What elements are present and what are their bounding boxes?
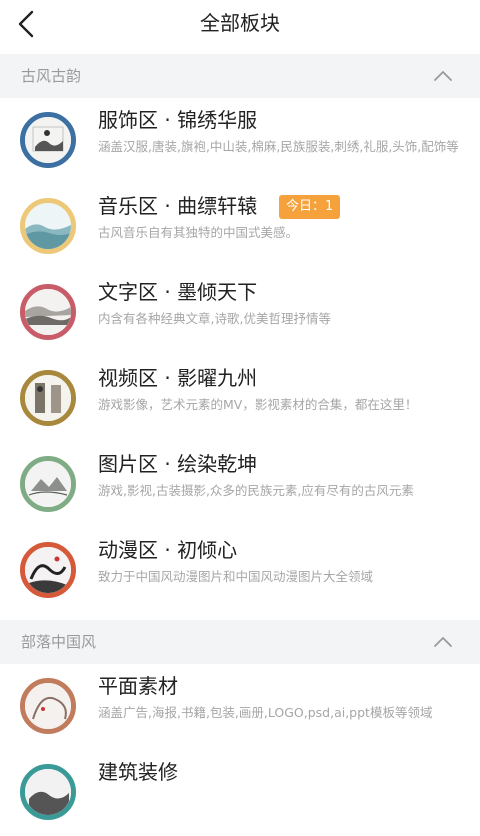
board-name: 建筑装修 <box>98 760 178 784</box>
today-count-badge: 今日：1 <box>279 195 341 219</box>
chevron-up-icon[interactable] <box>430 66 456 86</box>
painting-thumbnail-icon <box>20 370 76 426</box>
section-title: 古风古韵 <box>21 67 82 85</box>
painting-thumbnail-icon <box>20 678 76 734</box>
board-description: 内含有各种经典文章,诗歌,优美哲理抒情等 <box>98 311 331 326</box>
board-item-pingmian[interactable]: 平面素材 涵盖广告,海报,书籍,包装,画册,LOGO,psd,ai,ppt模板等… <box>0 664 480 750</box>
top-bar: 全部板块 <box>0 0 480 48</box>
board-item-fushi[interactable]: 服饰区 · 锦绣华服 涵盖汉服,唐装,旗袍,中山装,棉麻,民族服装,刺绣,礼服,… <box>0 98 480 184</box>
board-description: 致力于中国风动漫图片和中国风动漫图片大全领域 <box>98 569 374 584</box>
painting-thumbnail-icon <box>20 542 76 598</box>
board-item-dongman[interactable]: 动漫区 · 初倾心 致力于中国风动漫图片和中国风动漫图片大全领域 <box>0 528 480 614</box>
board-item-wenzi[interactable]: 文字区 · 墨倾天下 内含有各种经典文章,诗歌,优美哲理抒情等 <box>0 270 480 356</box>
board-item-shipin[interactable]: 视频区 · 影曜九州 游戏影像，艺术元素的MV，影视素材的合集，都在这里！ <box>0 356 480 442</box>
board-item-jianzhu[interactable]: 建筑装修 <box>0 750 480 836</box>
painting-thumbnail-icon <box>20 112 76 168</box>
board-name: 动漫区 · 初倾心 <box>98 538 238 562</box>
board-item-tupian[interactable]: 图片区 · 绘染乾坤 游戏,影视,古装摄影,众多的民族元素,应有尽有的古风元素 <box>0 442 480 528</box>
section-header-gufeng: 古风古韵 <box>0 54 480 98</box>
board-name: 图片区 · 绘染乾坤 <box>98 452 258 476</box>
painting-thumbnail-icon <box>20 456 76 512</box>
board-description: 古风音乐自有其独特的中国式美感。 <box>98 225 299 240</box>
board-name: 视频区 · 影曜九州 <box>98 366 258 390</box>
board-name: 文字区 · 墨倾天下 <box>98 280 258 304</box>
page-title: 全部板块 <box>200 11 280 35</box>
painting-thumbnail-icon <box>20 198 76 254</box>
board-name: 服饰区 · 锦绣华服 <box>98 108 258 132</box>
board-description: 游戏,影视,古装摄影,众多的民族元素,应有尽有的古风元素 <box>98 483 414 498</box>
section-title: 部落中国风 <box>21 633 97 651</box>
board-name: 音乐区 · 曲缥轩辕 <box>98 194 258 218</box>
section-header-buluo: 部落中国风 <box>0 620 480 664</box>
board-description: 涵盖汉服,唐装,旗袍,中山装,棉麻,民族服装,刺绣,礼服,头饰,配饰等 <box>98 139 459 154</box>
painting-thumbnail-icon <box>20 764 76 820</box>
board-name: 平面素材 <box>98 674 178 698</box>
chevron-up-icon[interactable] <box>430 632 456 652</box>
board-description: 游戏影像，艺术元素的MV，影视素材的合集，都在这里！ <box>98 397 418 412</box>
board-item-yinyue[interactable]: 音乐区 · 曲缥轩辕 今日：1 古风音乐自有其独特的中国式美感。 <box>0 184 480 270</box>
painting-thumbnail-icon <box>20 284 76 340</box>
board-description: 涵盖广告,海报,书籍,包装,画册,LOGO,psd,ai,ppt模板等领域 <box>98 705 433 720</box>
